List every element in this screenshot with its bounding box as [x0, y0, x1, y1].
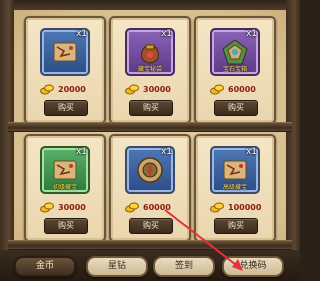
item-slot[interactable]: x1 [125, 146, 175, 194]
item-price: 100000 [210, 200, 261, 214]
item-quantity: x1 [160, 147, 172, 157]
scroll-map-icon [53, 160, 77, 180]
shop-item-card: x1 藏宝秘袋 30000 购买 [109, 16, 191, 124]
shelf-divider [8, 240, 292, 250]
shop-item-card: x1 高级藏宝 100000 购买 [194, 134, 276, 242]
compass-chest-icon [137, 157, 163, 183]
item-price: 30000 [125, 82, 171, 96]
price-value: 60000 [143, 202, 171, 212]
buy-button[interactable]: 购买 [214, 218, 258, 234]
item-name: 高级藏宝 [222, 184, 247, 191]
price-value: 60000 [228, 84, 256, 94]
gold-coin-icon [210, 202, 224, 213]
item-name: 初级藏宝 [52, 184, 77, 191]
shop-item-card: x1 20000 购买 [24, 16, 106, 124]
tab-sign-in[interactable]: 签到 [153, 256, 215, 277]
item-price: 20000 [40, 82, 86, 96]
frame-top [0, 0, 300, 10]
tab-redeem-code[interactable]: 兑换码 [222, 256, 284, 277]
tab-gold-coins[interactable]: 金币 [14, 256, 76, 277]
item-quantity: x1 [75, 29, 87, 39]
item-slot[interactable]: x1 高级藏宝 [210, 146, 260, 194]
gold-coin-icon [210, 84, 224, 95]
price-value: 30000 [143, 84, 171, 94]
treasure-bag-icon [141, 44, 159, 64]
shop-screen: x1 20000 购买 x1 藏宝秘袋 30000 购买 x1 宝石宝箱 600… [0, 0, 300, 281]
item-quantity: x1 [160, 29, 172, 39]
item-price: 60000 [210, 82, 256, 96]
gold-coin-icon [125, 84, 139, 95]
gold-coin-icon [40, 202, 54, 213]
item-slot[interactable]: x1 初级藏宝 [40, 146, 90, 194]
scroll-map-icon [223, 160, 247, 180]
buy-button[interactable]: 购买 [129, 218, 173, 234]
shelf-divider [8, 122, 292, 132]
item-quantity: x1 [245, 147, 257, 157]
item-price: 60000 [125, 200, 171, 214]
scroll-map-icon [53, 42, 77, 62]
gold-coin-icon [40, 84, 54, 95]
price-value: 30000 [58, 202, 86, 212]
shop-item-card: x1 初级藏宝 30000 购买 [24, 134, 106, 242]
tab-star-diamonds[interactable]: 星钻 [86, 256, 148, 277]
item-slot[interactable]: x1 藏宝秘袋 [125, 28, 175, 76]
shop-item-card: x1 宝石宝箱 60000 购买 [194, 16, 276, 124]
shop-item-card: x1 60000 购买 [109, 134, 191, 242]
price-value: 100000 [228, 202, 262, 212]
buy-button[interactable]: 购买 [44, 100, 88, 116]
price-value: 20000 [58, 84, 86, 94]
item-slot[interactable]: x1 [40, 28, 90, 76]
buy-button[interactable]: 购买 [44, 218, 88, 234]
item-name: 藏宝秘袋 [137, 66, 162, 73]
buy-button[interactable]: 购买 [129, 100, 173, 116]
item-slot[interactable]: x1 宝石宝箱 [210, 28, 260, 76]
buy-button[interactable]: 购买 [214, 100, 258, 116]
item-quantity: x1 [245, 29, 257, 39]
item-price: 30000 [40, 200, 86, 214]
item-quantity: x1 [75, 147, 87, 157]
item-name: 宝石宝箱 [222, 66, 247, 73]
gold-coin-icon [125, 202, 139, 213]
gem-box-icon [222, 39, 248, 65]
